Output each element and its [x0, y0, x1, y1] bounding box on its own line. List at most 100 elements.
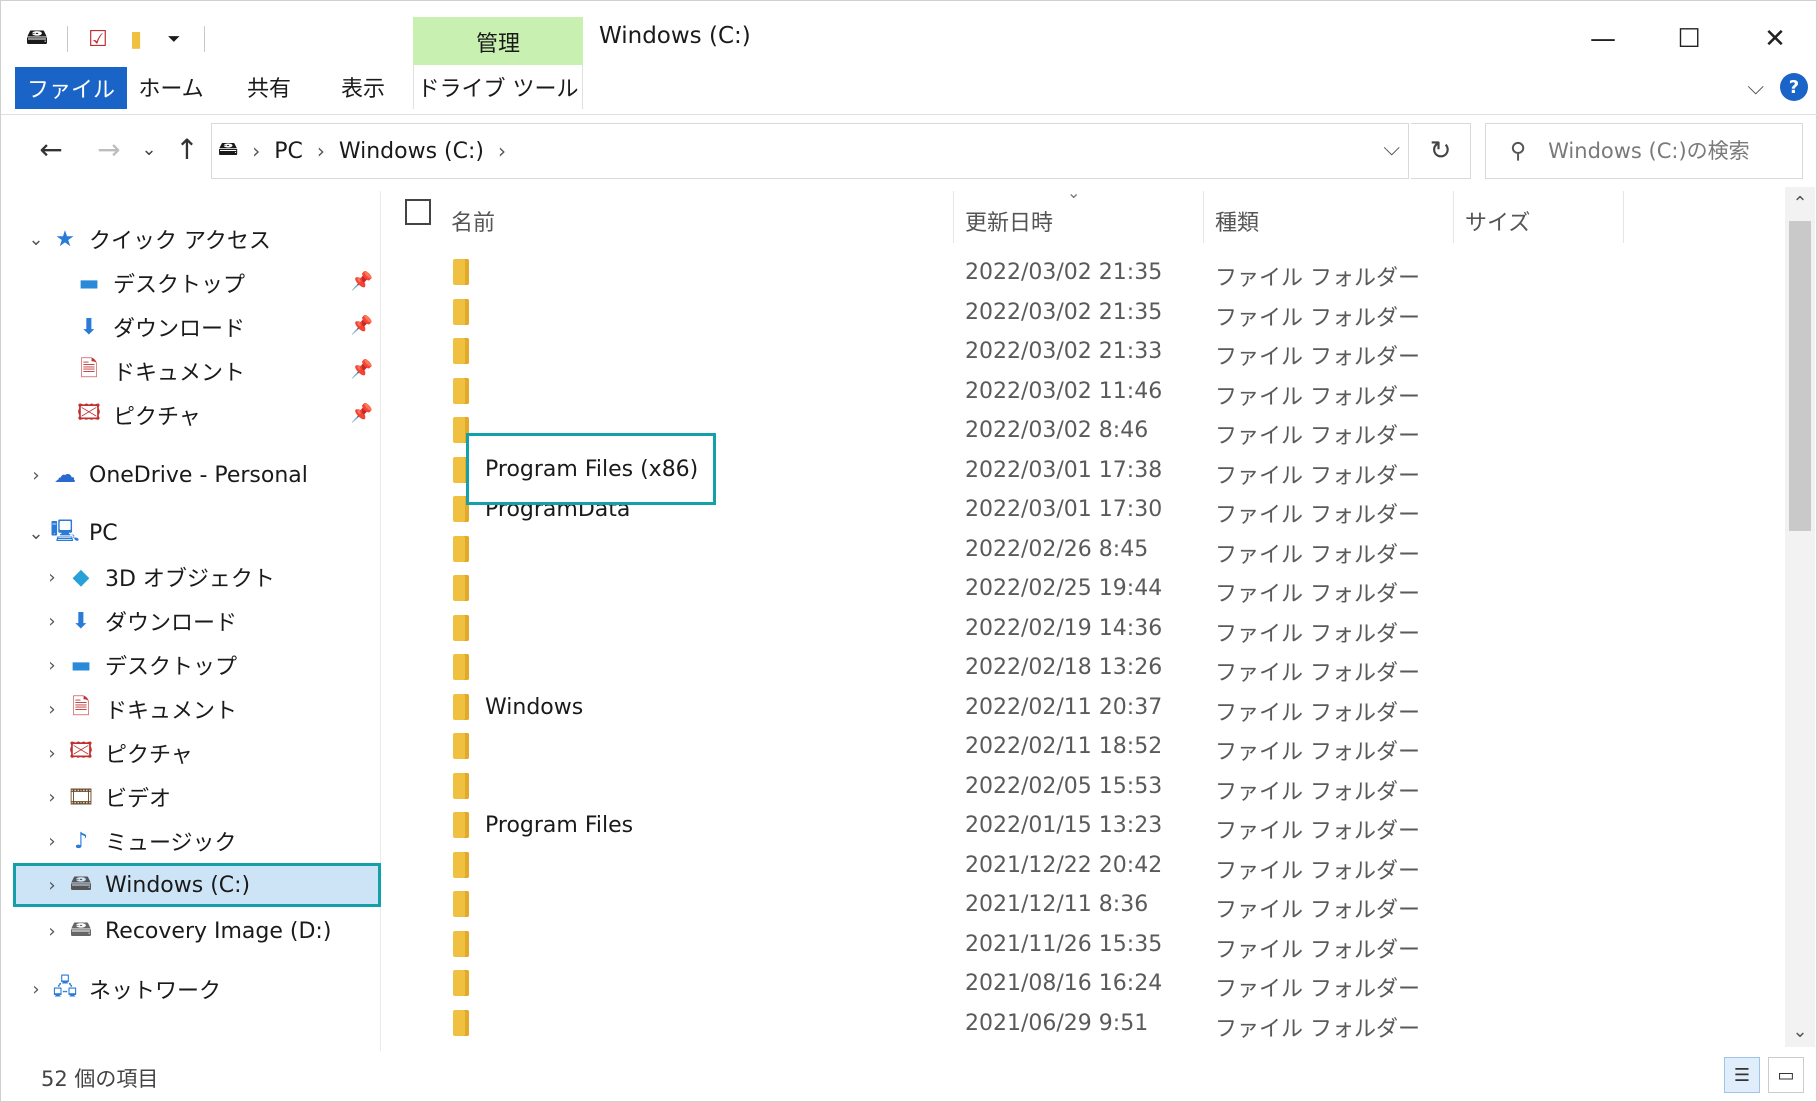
tab-file[interactable]: ファイル	[15, 67, 127, 109]
address-bar[interactable]: 🖴 › PC › Windows (C:) › ⌵	[211, 123, 1409, 179]
tab-home[interactable]: ホーム	[131, 65, 211, 109]
tab-drive-tools[interactable]: ドライブ ツール	[413, 65, 583, 109]
nav-pc-downloads[interactable]: › ⬇ ダウンロード	[1, 599, 381, 643]
details-view-icon[interactable]: ☰	[1724, 1057, 1760, 1093]
tab-view[interactable]: 表示	[323, 65, 403, 109]
nav-pc-desktop[interactable]: › ▬ デスクトップ	[1, 643, 381, 687]
back-button[interactable]: ←	[31, 129, 71, 169]
column-divider[interactable]	[1203, 191, 1204, 243]
expand-chevron-icon[interactable]: ›	[39, 787, 65, 808]
table-row[interactable]: 2021/12/11 8:36 ファイル フォルダー	[385, 885, 1785, 925]
breadcrumb-pc[interactable]: PC	[274, 139, 303, 164]
nav-qa-desktop[interactable]: ▬ デスクトップ 📌	[1, 261, 381, 305]
nav-drive-d[interactable]: › 🖴 Recovery Image (D:)	[1, 909, 381, 953]
scroll-up-icon[interactable]: ⌃	[1785, 189, 1815, 217]
minimize-button[interactable]: —	[1560, 11, 1646, 67]
table-row[interactable]: 2022/02/18 13:26 ファイル フォルダー	[385, 648, 1785, 688]
expand-chevron-icon[interactable]: ›	[39, 699, 65, 720]
table-row[interactable]: Program Files 2022/01/15 13:23 ファイル フォルダー	[385, 806, 1785, 846]
up-button[interactable]: ↑	[167, 129, 207, 169]
properties-icon[interactable]: ☑	[84, 25, 112, 53]
expand-chevron-icon[interactable]: ›	[23, 979, 49, 1000]
nav-pc-music[interactable]: › ♪ ミュージック	[1, 819, 381, 863]
expand-chevron-icon[interactable]: ›	[39, 743, 65, 764]
customize-toolbar-icon[interactable]: ⏷	[160, 25, 188, 53]
nav-pc[interactable]: ⌄ 🖳 PC	[1, 511, 381, 555]
expand-chevron-icon[interactable]: ›	[39, 875, 65, 896]
table-row[interactable]: 2022/03/02 21:33 ファイル フォルダー	[385, 332, 1785, 372]
search-input[interactable]	[1548, 139, 1769, 163]
expand-chevron-icon[interactable]: ›	[39, 831, 65, 852]
column-header-date[interactable]: 更新日時	[965, 199, 1053, 243]
column-divider[interactable]	[953, 191, 954, 243]
table-row[interactable]: 2022/02/05 15:53 ファイル フォルダー	[385, 767, 1785, 807]
collapse-chevron-icon[interactable]: ⌄	[23, 523, 49, 544]
table-row[interactable]: 2022/02/26 8:45 ファイル フォルダー	[385, 530, 1785, 570]
pin-icon[interactable]: 📌	[351, 359, 373, 380]
nav-quick-access[interactable]: ⌄ ★ クイック アクセス	[1, 217, 381, 261]
manage-tab[interactable]: 管理	[413, 17, 583, 67]
breadcrumb-chevron-icon[interactable]: ›	[252, 139, 260, 163]
drive-icon[interactable]: 🖴	[23, 25, 51, 53]
table-row[interactable]: 2021/11/26 15:35 ファイル フォルダー	[385, 925, 1785, 965]
expand-chevron-icon[interactable]: ›	[39, 567, 65, 588]
highlighted-folder-program-files-x86[interactable]: Program Files (x86)	[466, 433, 716, 505]
table-row[interactable]: 2022/03/02 11:46 ファイル フォルダー	[385, 372, 1785, 412]
column-divider[interactable]	[1453, 191, 1454, 243]
table-row[interactable]: 2021/08/16 16:24 ファイル フォルダー	[385, 964, 1785, 1004]
pin-icon[interactable]: 📌	[351, 403, 373, 424]
nav-drive-c[interactable]: › 🖴 Windows (C:)	[13, 863, 381, 907]
help-icon[interactable]: ?	[1780, 73, 1808, 101]
close-button[interactable]: ✕	[1732, 11, 1817, 67]
table-row[interactable]: 2021/12/22 20:42 ファイル フォルダー	[385, 846, 1785, 886]
table-row[interactable]: 2022/02/11 18:52 ファイル フォルダー	[385, 727, 1785, 767]
table-row[interactable]: 2022/02/25 19:44 ファイル フォルダー	[385, 569, 1785, 609]
expand-chevron-icon[interactable]: ›	[39, 611, 65, 632]
breadcrumb-chevron-icon[interactable]: ›	[498, 139, 506, 163]
nav-qa-pictures[interactable]: 🖾 ピクチャ 📌	[1, 393, 381, 437]
scrollbar-thumb[interactable]	[1789, 221, 1811, 531]
column-header-type[interactable]: 種類	[1215, 199, 1259, 243]
tab-share[interactable]: 共有	[229, 65, 309, 109]
new-folder-icon[interactable]: ▮	[122, 25, 150, 53]
file-type: ファイル フォルダー	[1215, 424, 1420, 449]
table-row[interactable]: 2022/02/19 14:36 ファイル フォルダー	[385, 609, 1785, 649]
table-row[interactable]: Windows 2022/02/11 20:37 ファイル フォルダー	[385, 688, 1785, 728]
table-row[interactable]: 2022/03/02 21:35 ファイル フォルダー	[385, 253, 1785, 293]
nav-onedrive[interactable]: › ☁ OneDrive - Personal	[1, 453, 381, 497]
breadcrumb-drive-c[interactable]: Windows (C:)	[339, 139, 484, 164]
pin-icon[interactable]: 📌	[351, 315, 373, 336]
expand-chevron-icon[interactable]: ›	[39, 921, 65, 942]
recent-locations-icon[interactable]: ⌄	[137, 129, 161, 169]
table-row[interactable]: 2021/06/29 9:51 ファイル フォルダー	[385, 1004, 1785, 1044]
file-modified-date: 2022/02/11 18:52	[965, 734, 1163, 759]
file-modified-date: 2021/12/11 8:36	[965, 892, 1149, 917]
refresh-button[interactable]: ↻	[1411, 123, 1471, 179]
collapse-chevron-icon[interactable]: ⌄	[23, 229, 49, 250]
nav-pc-3d-objects[interactable]: › ◆ 3D オブジェクト	[1, 555, 381, 599]
column-header-size[interactable]: サイズ	[1465, 199, 1530, 243]
large-icons-view-icon[interactable]: ▭	[1768, 1057, 1804, 1093]
nav-pc-documents[interactable]: › 🗎 ドキュメント	[1, 687, 381, 731]
nav-pc-pictures[interactable]: › 🖾 ピクチャ	[1, 731, 381, 775]
nav-pc-videos[interactable]: › 🎞 ビデオ	[1, 775, 381, 819]
nav-network[interactable]: › 🖧 ネットワーク	[1, 967, 381, 1011]
scroll-down-icon[interactable]: ⌄	[1785, 1017, 1815, 1045]
column-divider[interactable]	[1623, 191, 1624, 243]
expand-chevron-icon[interactable]: ›	[39, 655, 65, 676]
column-header-name[interactable]: 名前	[451, 199, 495, 243]
table-row[interactable]: 2022/03/02 21:35 ファイル フォルダー	[385, 293, 1785, 333]
pin-icon[interactable]: 📌	[351, 271, 373, 292]
expand-chevron-icon[interactable]: ›	[23, 465, 49, 486]
search-box[interactable]: ⚲	[1485, 123, 1803, 179]
breadcrumb-chevron-icon[interactable]: ›	[317, 139, 325, 163]
maximize-button[interactable]: ☐	[1646, 11, 1732, 67]
select-all-checkbox[interactable]	[405, 199, 431, 225]
nav-qa-downloads[interactable]: ⬇ ダウンロード 📌	[1, 305, 381, 349]
forward-button[interactable]: →	[89, 129, 129, 169]
address-history-dropdown-icon[interactable]: ⌵	[1383, 136, 1400, 161]
file-type: ファイル フォルダー	[1215, 345, 1420, 370]
expand-ribbon-icon[interactable]: ⌵	[1747, 75, 1764, 100]
vertical-scrollbar[interactable]: ⌃ ⌄	[1785, 187, 1815, 1047]
nav-qa-documents[interactable]: 🗎 ドキュメント 📌	[1, 349, 381, 393]
